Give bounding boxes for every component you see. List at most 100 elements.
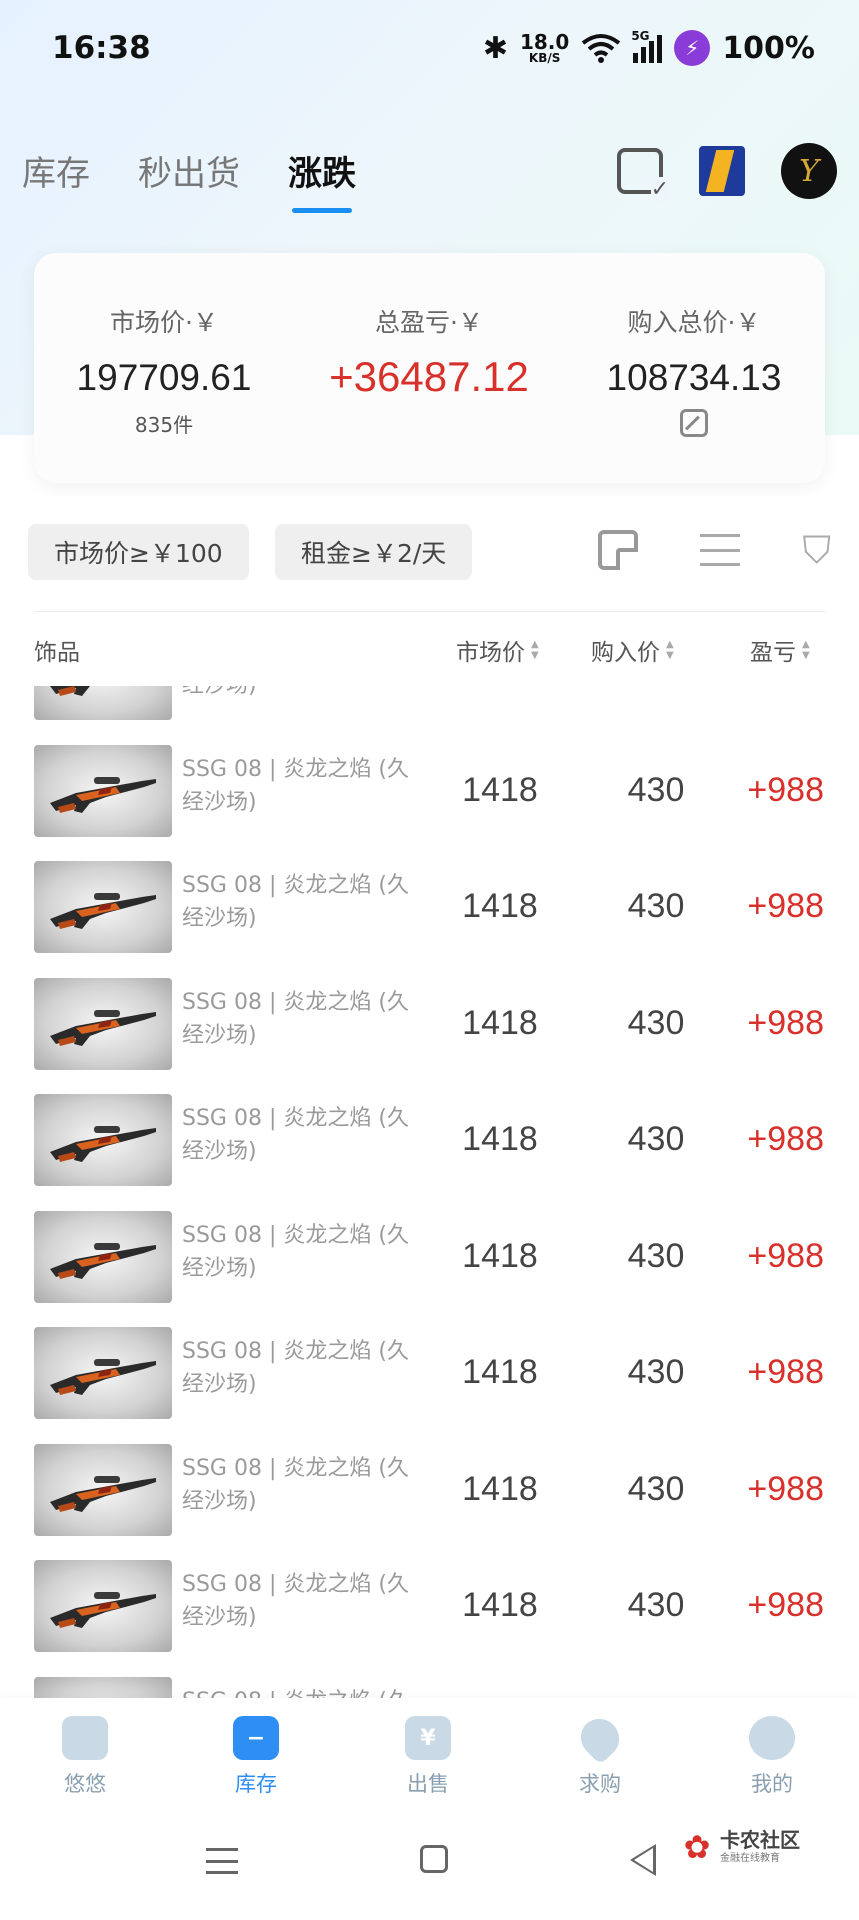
status-icons: ✱ 18.0 KB/S 5G ⚡ 100% [483,29,815,66]
total-profit-label: 总盈亏·￥ [375,308,483,337]
item-name: SSG 08 | 炎龙之焰 (久经沙场) [182,1685,412,1699]
filter-rent[interactable]: 租金≥￥2/天 [275,524,473,580]
item-thumbnail [34,744,172,837]
item-name: SSG 08 | 炎龙之焰 (久经沙场) [182,686,412,702]
column-item-label: 饰品 [34,640,80,666]
battery-saver-icon: ⚡ [674,30,711,66]
item-thumbnail [34,686,172,720]
item-thumbnail [34,1210,172,1303]
nav-label: 库存 [235,1772,277,1796]
tab-price-change[interactable]: 涨跌 [288,146,356,213]
list-view-icon[interactable] [700,534,741,566]
table-row[interactable]: SSG 08 | 炎龙之焰 (久经沙场)1418430+988 [0,1676,859,1699]
tab-quick-sell[interactable]: 秒出货 [138,146,240,213]
item-name: SSG 08 | 炎龙之焰 (久经沙场) [182,756,409,815]
network-speed: 18.0 KB/S [520,32,569,64]
item-profit: +988 [700,686,824,693]
item-buy-price: 430 [627,1586,685,1624]
item-buy-price: 430 [627,770,685,809]
column-profit[interactable]: 盈亏 ▲ ▼ [750,633,810,667]
heart-icon [572,1710,628,1766]
market-price-label: 市场价·￥ [110,308,218,337]
table-row[interactable]: SSG 08 | 炎龙之焰 (久经沙场)1418430+988 [0,1094,859,1186]
buy-total-label: 购入总价·￥ [627,308,761,337]
checklist-icon[interactable] [617,148,669,202]
item-buy-price: 430 [596,686,716,693]
item-thumbnail [34,1327,172,1419]
item-buy-price: 430 [627,1003,685,1042]
csgo-icon[interactable] [699,146,745,196]
item-list[interactable]: SSG 08 | 炎龙之焰 (久经沙场) 1418 430 +988 SSG 08 | … [0,686,859,1698]
divider [34,611,825,612]
nav-sell[interactable]: ¥ 出售 [368,1716,488,1798]
table-row[interactable]: SSG 08 | 炎龙之焰 (久经沙场)1418430+988 [0,1210,859,1303]
nav-label: 悠悠 [64,1772,106,1796]
item-name: SSG 08 | 炎龙之焰 (久经沙场) [182,873,409,931]
item-market-price: 1418 [462,1120,538,1158]
item-name: SSG 08 | 炎龙之焰 (久经沙场) [182,1455,409,1514]
table-row[interactable]: SSG 08 | 炎龙之焰 (久经沙场) 1418 430 +988 [0,861,859,953]
nav-purchase[interactable]: 求购 [540,1710,660,1798]
cellular-signal-icon: 5G [631,29,663,63]
item-name: SSG 08 | 炎龙之焰 (久经沙场) [182,1222,409,1281]
summary-market: 市场价·￥ 197709.61 835件 [44,303,284,438]
network-speed-unit: KB/S [528,51,561,65]
sort-icon: ▲ ▼ [802,639,810,661]
table-row[interactable]: SSG 08 | 炎龙之焰 (久经沙场)1418430+988 [0,744,859,837]
system-nav: ✿ 卡农社区 金融在线教育 [0,1808,859,1920]
item-buy-price: 430 [627,887,685,925]
watermark: ✿ 卡农社区 金融在线教育 [680,1830,800,1864]
table-row[interactable]: SSG 08 | 炎龙之焰 (久经沙场)1418430+988 [0,1560,859,1652]
summary-buy: 购入总价·￥ 108734.13 [574,303,814,441]
column-item: 饰品 [34,633,80,667]
item-profit: +988 [747,1236,824,1275]
network-type: 5G [631,29,650,43]
table-row[interactable]: SSG 08 | 炎龙之焰 (久经沙场)1418430+988 [0,1443,859,1536]
edit-icon[interactable] [680,409,708,437]
nav-mine[interactable]: 我的 [712,1716,832,1798]
table-row[interactable]: SSG 08 | 炎龙之焰 (久经沙场)1418430+988 [0,977,859,1070]
item-buy-price: 430 [627,1353,685,1391]
filter-market-price[interactable]: 市场价≥￥100 [28,524,249,580]
column-market-label: 市场价 [456,640,525,666]
item-thumbnail [34,1560,172,1652]
back-icon[interactable] [630,1844,656,1876]
status-time: 16:38 [52,30,151,66]
sort-icon: ▲ ▼ [666,639,674,661]
menu-icon[interactable] [206,1848,238,1874]
item-profit: +988 [747,1353,824,1391]
column-buy-price[interactable]: 购入价 ▲ ▼ [591,633,674,667]
card-view-icon[interactable] [598,530,639,570]
network-speed-value: 18.0 [519,30,570,54]
header-actions: Y [617,143,837,202]
item-buy-price: 430 [627,1120,685,1158]
column-buy-label: 购入价 [591,640,660,666]
item-market-price: 1418 [440,686,560,693]
item-profit: +988 [747,887,824,925]
shop-icon [62,1716,108,1760]
nav-label: 我的 [751,1772,793,1796]
profile-icon [749,1716,795,1760]
item-name: SSG 08 | 炎龙之焰 (久经沙场) [182,1106,409,1164]
tab-inventory[interactable]: 库存 [22,146,90,213]
summary-card: 市场价·￥ 197709.61 835件 总盈亏·￥ +36487.12 购入总… [34,253,825,483]
total-profit-value: +36487.12 [329,353,529,400]
nav-youyou[interactable]: 悠悠 [25,1716,145,1798]
avatar[interactable]: Y [781,143,837,199]
status-bar: 16:38 ✱ 18.0 KB/S 5G ⚡ 100% [0,0,859,100]
column-market-price[interactable]: 市场价 ▲ ▼ [456,633,539,667]
table-row[interactable]: SSG 08 | 炎龙之焰 (久经沙场)1418430+988 [0,1327,859,1419]
nav-label: 出售 [407,1772,449,1796]
nav-inventory[interactable]: − 库存 [196,1716,316,1798]
item-buy-price: 430 [627,1236,685,1275]
receipt-icon: ¥ [405,1716,451,1760]
filter-icon[interactable]: ⛉ [802,531,831,569]
item-profit: +988 [747,1586,824,1624]
table-row[interactable]: SSG 08 | 炎龙之焰 (久经沙场) 1418 430+988 [0,686,859,720]
wifi-icon [582,34,621,63]
item-market-price: 1418 [462,1353,538,1391]
item-market-price: 1418 [462,887,538,925]
home-icon[interactable] [420,1845,448,1873]
item-profit: +988 [747,770,824,809]
item-market-price: 1418 [462,1469,538,1508]
